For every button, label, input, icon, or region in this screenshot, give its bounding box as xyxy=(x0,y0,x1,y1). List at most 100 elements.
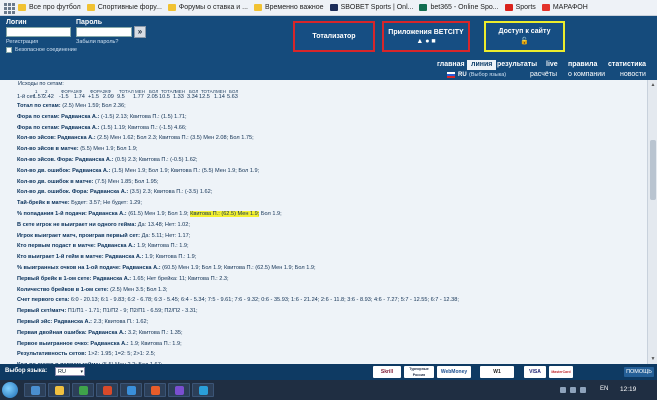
market-odds[interactable]: (1.5) 1.19; Квитова П.: (-1.5) 4.66; xyxy=(101,125,187,131)
odds-line: Тай-брейк в матче: Будет: 3.57; Не будет… xyxy=(17,200,142,207)
start-icon[interactable] xyxy=(2,382,18,398)
tray-icon[interactable] xyxy=(560,387,566,393)
bookmark-item[interactable]: Sports xyxy=(504,4,536,11)
taskbar-app[interactable] xyxy=(24,383,46,397)
market-odds[interactable]: (2.5) Мен 1.59; Бол 2.36; xyxy=(62,103,125,109)
totals-odds-cell[interactable]: 1.33 xyxy=(173,94,184,101)
totals-heading: Исходы по сетам: xyxy=(18,81,64,87)
forgot-password-link[interactable]: Забыли пароль? xyxy=(76,39,118,45)
help-button[interactable]: ПОМОЩЬ xyxy=(624,367,654,377)
apps-grid-icon[interactable] xyxy=(2,1,16,15)
nav-settlements[interactable]: расчёты xyxy=(530,70,557,80)
volume-icon[interactable] xyxy=(580,387,586,393)
odds-line: Первое выигранное очко: Радванска А.: 1.… xyxy=(17,341,182,348)
totals-odds-cell[interactable]: 2.05 xyxy=(147,94,158,101)
market-odds[interactable]: 1.9; Квитова П.: 1.9; xyxy=(137,243,188,249)
market-odds[interactable]: Будет: 3.57; Не будет: 1.29; xyxy=(71,200,142,206)
password-input[interactable] xyxy=(76,27,132,37)
bookmark-item[interactable]: bet365 - Online Spo... xyxy=(419,4,499,11)
market-label: Кто первым подаст в матче: Радванска А.: xyxy=(17,243,136,250)
market-odds[interactable]: (0.5) 2.3; Квитова П.: (-0.5) 1.62; xyxy=(115,157,198,163)
taskbar-app[interactable] xyxy=(192,383,214,397)
taskbar-app[interactable] xyxy=(168,383,190,397)
market-odds[interactable]: 6:0 - 20.13; 6:1 - 9.83; 6:2 - 6.78; 6:3… xyxy=(71,297,459,303)
lang-chip[interactable]: RU xyxy=(458,70,467,80)
market-odds[interactable]: Да: 13.48; Нет: 1.02; xyxy=(138,222,190,228)
taskbar-app[interactable] xyxy=(48,383,70,397)
keyboard-language[interactable]: EN xyxy=(600,386,608,392)
register-link[interactable]: Регистрация xyxy=(6,39,38,45)
totals-odds-cell[interactable]: 1.74 xyxy=(74,94,85,101)
totalizator-button[interactable]: Тотализатор xyxy=(293,21,375,52)
scroll-thumb[interactable] xyxy=(650,140,656,200)
odds-line: Счет первого сета: 6:0 - 20.13; 6:1 - 9.… xyxy=(17,297,459,304)
nav-results[interactable]: результаты xyxy=(497,60,537,70)
login-submit-button[interactable]: » xyxy=(134,26,146,38)
tray-icon[interactable] xyxy=(570,387,576,393)
totals-odds-cell[interactable]: 1.77 xyxy=(133,94,144,101)
taskbar-app[interactable] xyxy=(96,383,118,397)
market-odds[interactable]: (3.5) 2.3; Квитова П.: (-3.5) 1.62; xyxy=(130,189,213,195)
footer-language-select[interactable]: RU ▾ xyxy=(55,367,85,376)
clock[interactable]: 12:19 xyxy=(620,386,636,393)
login-input[interactable] xyxy=(6,27,71,37)
market-odds[interactable]: (-1.5) 2.13; Квитова П.: (1.5) 1.71; xyxy=(101,114,187,120)
market-odds[interactable]: 1.9; Квитова П.: 1.9; xyxy=(130,341,181,347)
nav-about[interactable]: о компании xyxy=(568,70,605,80)
market-odds[interactable]: 2.3; Квитова П.: 1.62; xyxy=(94,319,149,325)
nav-home[interactable]: главная xyxy=(437,60,465,70)
highlighted-odds[interactable]: Квитова П.: (62.5) Мен 1.9; xyxy=(190,211,260,217)
totals-odds-cell[interactable]: 10.5 xyxy=(159,94,170,101)
market-odds[interactable]: (61.5) Мен 1.9; Бол 1.9; xyxy=(128,211,188,217)
totals-odds-cell[interactable]: 1.14 xyxy=(214,94,225,101)
totals-odds-cell[interactable]: 9.5 xyxy=(117,94,125,101)
language-select[interactable]: (Выбор языка) xyxy=(469,70,506,80)
site-access-button[interactable]: Доступ к сайту 🔓 xyxy=(484,21,565,52)
secure-connection-checkbox[interactable] xyxy=(6,47,12,53)
market-odds[interactable]: (60.5) Мен 1.9; Бол 1.9; Квитова П.: (62… xyxy=(162,265,315,271)
taskbar-app[interactable] xyxy=(72,383,94,397)
nav-rules[interactable]: правила xyxy=(568,60,597,70)
totals-odds-cell[interactable]: 2.09 xyxy=(103,94,114,101)
totals-odds-cell[interactable]: -1.5 xyxy=(59,94,69,101)
password-label: Пароль xyxy=(76,19,103,26)
market-label: Кол-во эйсов в матче: xyxy=(17,146,79,153)
bookmark-item[interactable]: МАРАФОН xyxy=(541,4,588,11)
market-odds[interactable]: 1.65; Нет брейка: 11; Квитова П.: 2.3; xyxy=(133,276,229,282)
market-odds[interactable]: 1.9; Квитова П.: 1.9; xyxy=(145,254,196,260)
nav-news[interactable]: новости xyxy=(620,70,646,80)
totals-odds-cell[interactable]: 12.5 xyxy=(199,94,210,101)
market-odds[interactable]: П1/П1 - 1.71; П1/П2 - 9; П2/П1 - 6.59; П… xyxy=(68,308,198,314)
market-odds[interactable]: 1>2: 1.95; 1=2: 5; 2>1: 2.5; xyxy=(88,351,155,357)
totals-odds-cell[interactable]: 3.34 xyxy=(187,94,198,101)
scroll-up-icon[interactable]: ▲ xyxy=(649,81,657,89)
taskbar-app[interactable] xyxy=(144,383,166,397)
main-nav: главная линия результаты live правила ст… xyxy=(0,60,657,70)
market-odds[interactable]: (7.5) Мен 1.85; Бол 1.95; xyxy=(95,179,158,185)
totals-odds-cell[interactable]: +1.5 xyxy=(88,94,99,101)
bookmark-item[interactable]: Все про футбол xyxy=(18,4,81,11)
market-odds[interactable]: Да: 5.11; Нет: 1.17; xyxy=(142,233,191,239)
market-odds[interactable]: (5.5) Мен 1.9; Бол 1.9; xyxy=(80,146,137,152)
vertical-scrollbar[interactable]: ▲ ▼ xyxy=(647,80,657,364)
odds-line: Тотал по сетам: (2.5) Мен 1.59; Бол 2.36… xyxy=(17,103,126,110)
market-odds[interactable]: (2.5) Мен 3.5; Бол 1.3; xyxy=(110,287,167,293)
nav-line[interactable]: линия xyxy=(467,60,497,70)
odds-line: В сете игрок не выиграет ни одного гейма… xyxy=(17,222,190,229)
bookmark-item[interactable]: Спортивные фору... xyxy=(86,4,162,11)
totals-odds-cell[interactable]: 5.63 xyxy=(227,94,238,101)
nav-statistics[interactable]: статистика xyxy=(608,60,646,70)
platform-icons: ▲ ● ■ xyxy=(416,37,436,45)
taskbar-app[interactable] xyxy=(120,383,142,397)
apps-button[interactable]: Приложения BETCITY ▲ ● ■ xyxy=(382,21,470,52)
market-odds[interactable]: (1.5) Мен 1.9; Бол 1.9; Квитова П.: (5.5… xyxy=(112,168,259,174)
totals-odds-cell[interactable]: 2.42 xyxy=(43,94,54,101)
market-odds[interactable]: 3.2; Квитова П.: 1.35; xyxy=(128,330,183,336)
bookmark-item[interactable]: Временно важное xyxy=(253,4,324,11)
bookmark-item[interactable]: SBOBET Sports | Onl... xyxy=(329,4,413,11)
market-odds-tail[interactable]: Бол 1.9; xyxy=(261,211,282,217)
nav-live[interactable]: live xyxy=(546,60,558,70)
bookmark-item[interactable]: Форумы о ставка и ... xyxy=(167,4,248,11)
scroll-down-icon[interactable]: ▼ xyxy=(649,355,657,363)
market-odds[interactable]: (2.5) Мен 1.62; Бол 2.3; Квитова П.: (3.… xyxy=(97,135,254,141)
